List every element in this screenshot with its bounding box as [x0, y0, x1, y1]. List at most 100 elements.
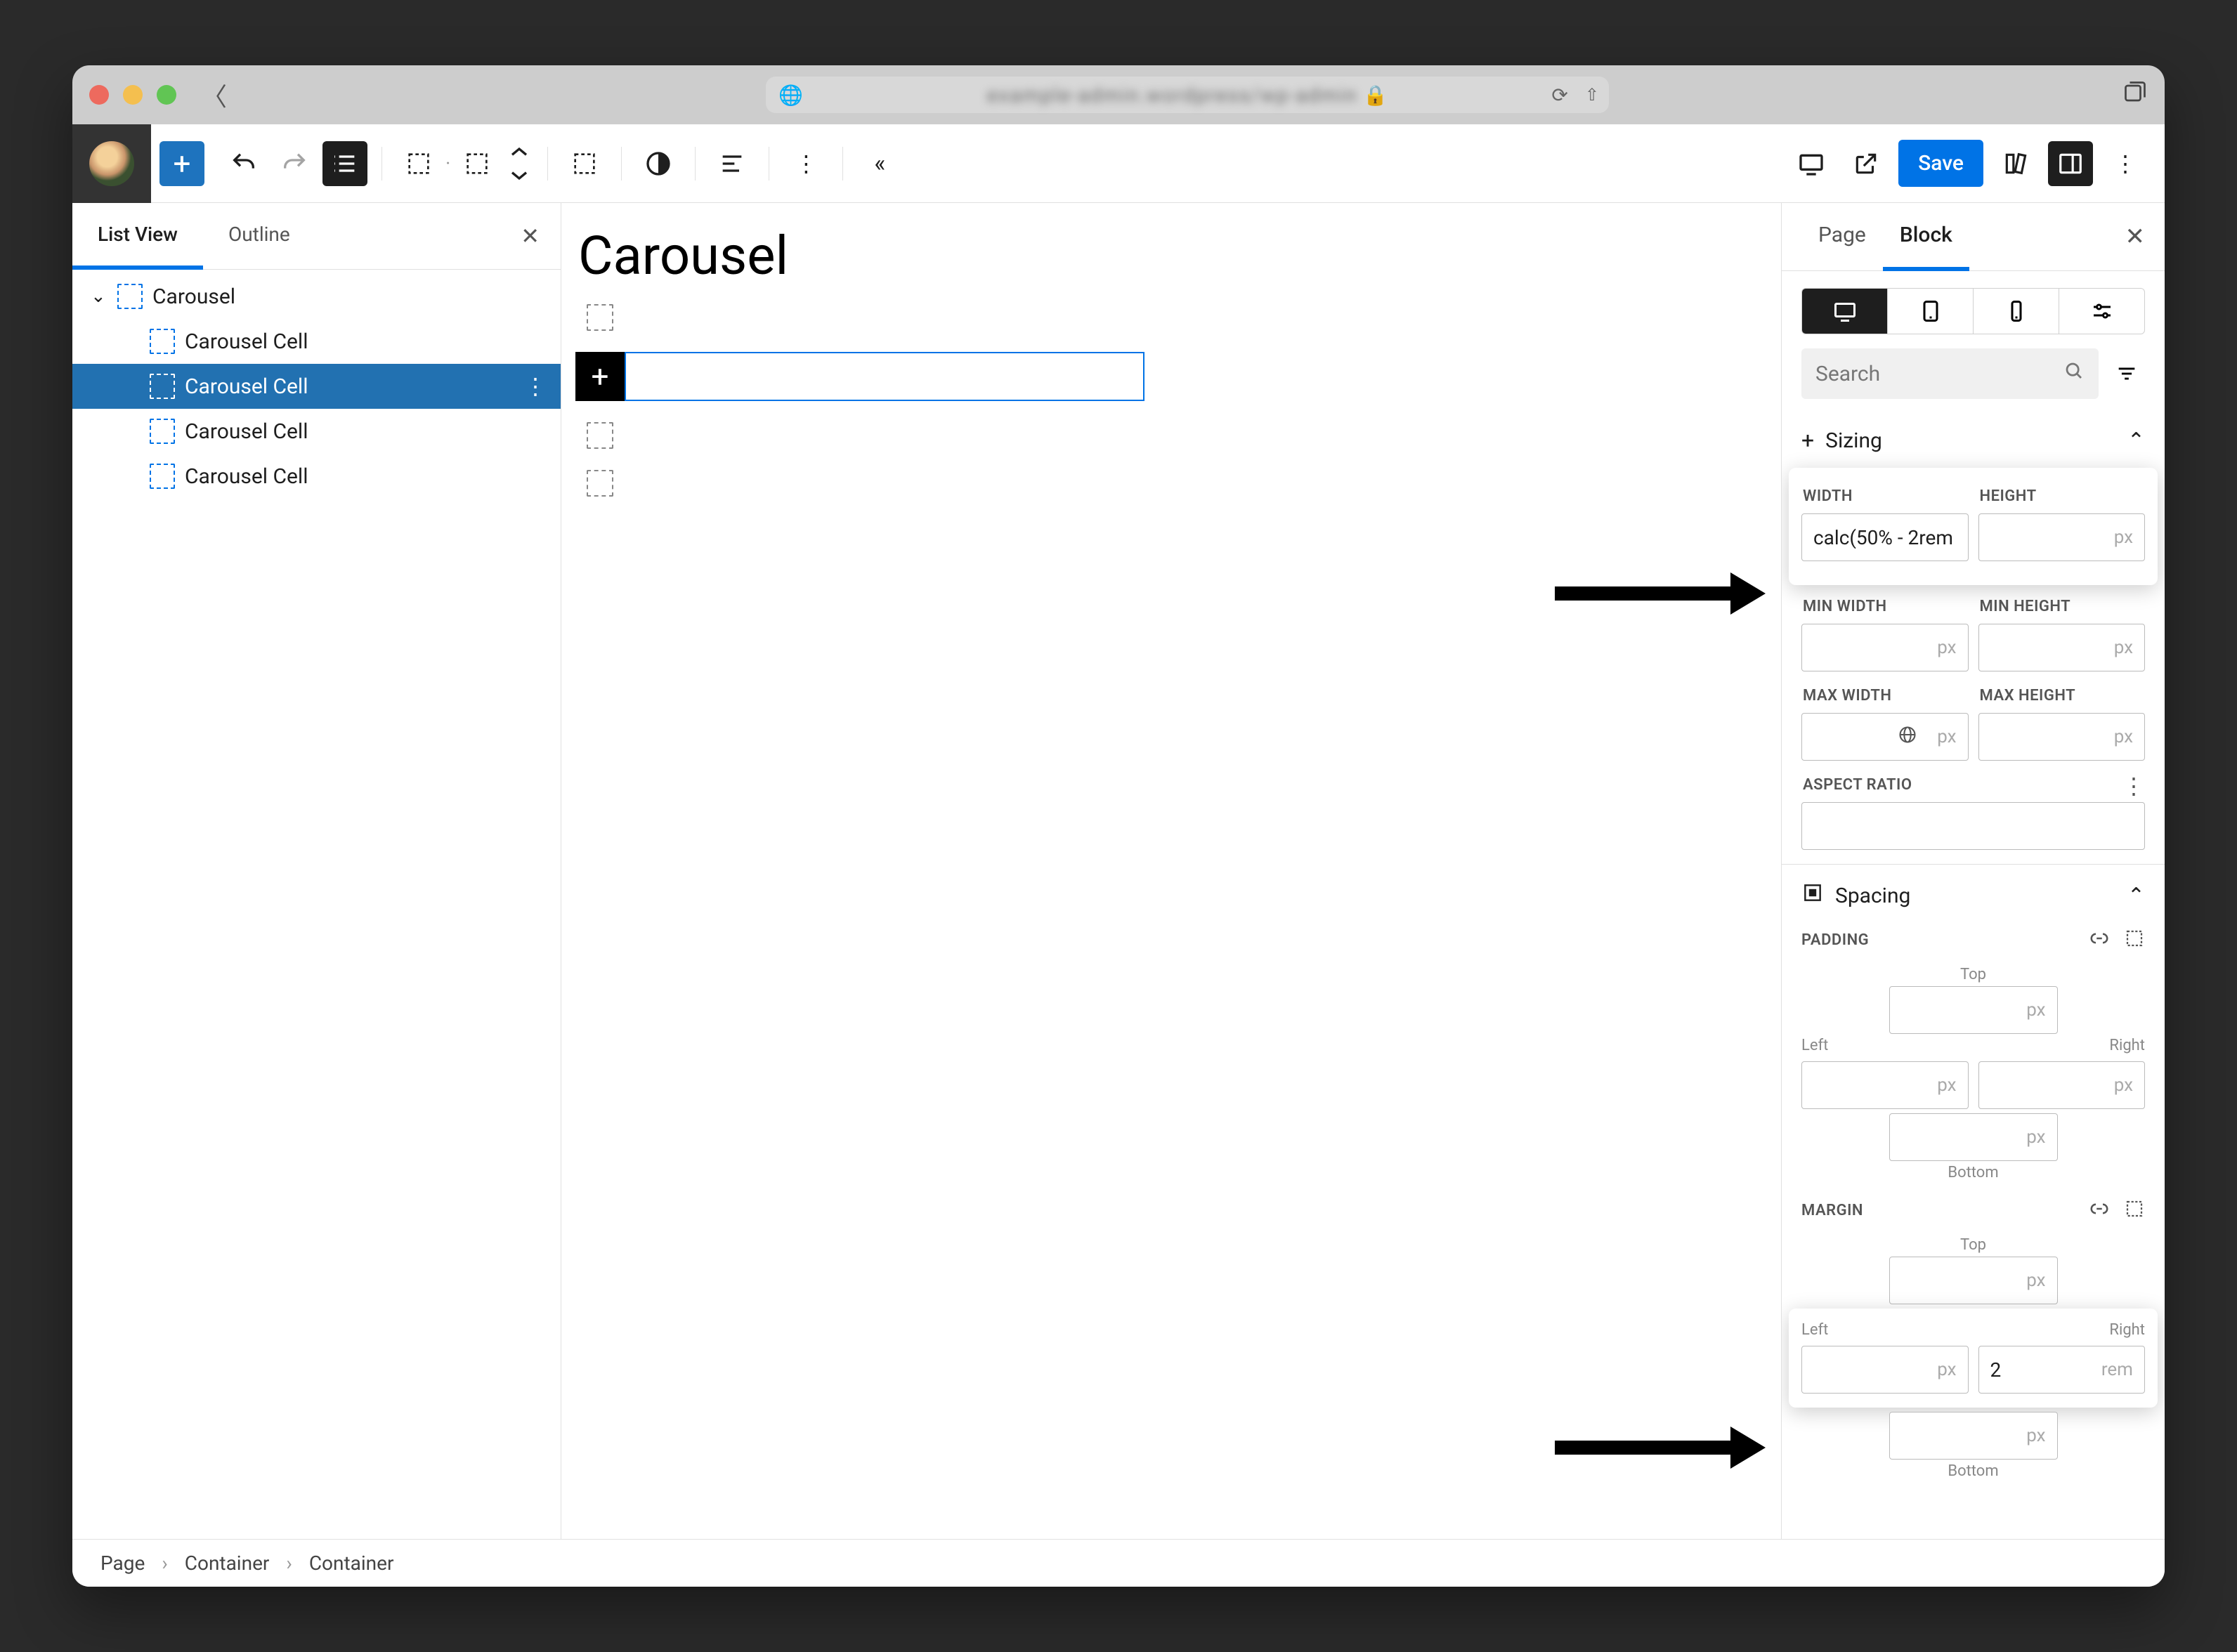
height-input[interactable]: px [1978, 513, 2146, 561]
right-label: Right [2109, 1318, 2145, 1342]
styles-panel-icon[interactable] [1993, 141, 2038, 186]
close-inspector-button[interactable]: ✕ [2125, 203, 2146, 270]
min-width-input[interactable]: px [1801, 624, 1969, 671]
section-sizing-header[interactable]: + Sizing ⌃ [1801, 416, 2145, 465]
window-maximize-button[interactable] [157, 85, 176, 105]
browser-back-button[interactable]: 〈 [202, 77, 227, 113]
more-menu-button[interactable]: ⋮ [2103, 141, 2148, 186]
max-height-label: Max Height [1978, 680, 2146, 713]
margin-left-input[interactable]: px [1801, 1346, 1969, 1394]
max-width-input[interactable]: px [1801, 713, 1969, 761]
tree-item-cell[interactable]: Carousel Cell [72, 454, 561, 499]
select-parent-icon[interactable] [396, 141, 441, 186]
breadcrumb: Page › Container › Container [72, 1539, 2165, 1587]
tree-item-cell[interactable]: Carousel Cell [72, 319, 561, 364]
redo-button[interactable] [272, 141, 317, 186]
individual-sides-icon[interactable] [2124, 1198, 2145, 1222]
width-input[interactable]: calc(50% - 2rem [1801, 513, 1969, 561]
search-icon [2063, 360, 2085, 387]
aspect-ratio-more-button[interactable]: ⋮ [2122, 773, 2145, 799]
external-link-icon[interactable] [1844, 141, 1889, 186]
margin-right-input[interactable]: 2 rem [1978, 1346, 2146, 1394]
undo-button[interactable] [221, 141, 266, 186]
breadcrumb-item[interactable]: Page [100, 1552, 145, 1575]
section-spacing-header[interactable]: Spacing ⌃ [1801, 865, 2145, 921]
top-label: Top [1960, 1233, 1986, 1257]
margin-top-input[interactable]: px [1889, 1257, 2058, 1304]
globe-icon [1898, 725, 1917, 749]
align-icon[interactable] [710, 141, 755, 186]
tree-item-cell[interactable]: Carousel Cell [72, 409, 561, 454]
move-up-down-button[interactable] [505, 141, 533, 186]
block-icon[interactable] [455, 141, 500, 186]
breadcrumb-item[interactable]: Container [185, 1552, 270, 1575]
tabs-overview-button[interactable] [2122, 79, 2148, 111]
max-height-input[interactable]: px [1978, 713, 2146, 761]
min-height-input[interactable]: px [1978, 624, 2146, 671]
seg-mobile[interactable] [1974, 289, 2059, 334]
tab-block[interactable]: Block [1883, 203, 1969, 270]
tree-item-more-button[interactable]: ⋮ [524, 373, 547, 400]
filter-button[interactable] [2108, 355, 2145, 392]
chevron-down-icon[interactable]: ⌄ [91, 286, 107, 307]
block-icon [117, 284, 143, 309]
site-favicon: 🌐 [778, 84, 803, 107]
address-bar[interactable]: 🌐 example-admin.wordpress/wp-admin 🔒 ⟳ ⇧ [766, 77, 1609, 113]
carousel-cell-placeholder[interactable] [587, 422, 613, 449]
chevron-right-icon: › [286, 1552, 292, 1575]
contrast-icon[interactable] [636, 141, 681, 186]
settings-panel-toggle[interactable] [2048, 141, 2093, 186]
unit: px [1937, 637, 1956, 658]
size-icon[interactable] [562, 141, 607, 186]
aspect-ratio-input[interactable] [1801, 802, 2145, 850]
padding-left-input[interactable]: px [1801, 1061, 1969, 1109]
device-desktop-icon[interactable] [1789, 141, 1834, 186]
tree-label: Carousel Cell [185, 329, 308, 354]
padding-top-input[interactable]: px [1889, 986, 2058, 1034]
search-input[interactable]: Search [1801, 348, 2099, 399]
padding-bottom-input[interactable]: px [1889, 1113, 2058, 1161]
margin-right-unit: rem [2101, 1359, 2133, 1380]
tree-item-cell-selected[interactable]: Carousel Cell ⋮ [72, 364, 561, 409]
unit: px [2114, 726, 2133, 747]
seg-desktop[interactable] [1802, 289, 1888, 334]
wp-dashboard-link[interactable] [72, 124, 151, 203]
window-close-button[interactable] [89, 85, 109, 105]
margin-bottom-input[interactable]: px [1889, 1412, 2058, 1460]
add-block-button[interactable]: + [159, 141, 204, 186]
margin-right-value: 2 [1990, 1358, 2002, 1382]
tree-item-carousel[interactable]: ⌄ Carousel [72, 274, 561, 319]
padding-right-input[interactable]: px [1978, 1061, 2146, 1109]
listview-toggle-button[interactable] [322, 141, 367, 186]
link-sides-icon[interactable] [2089, 1198, 2110, 1222]
selected-cell-outline[interactable] [625, 352, 1144, 401]
browser-titlebar: 〈 🌐 example-admin.wordpress/wp-admin 🔒 ⟳… [72, 65, 2165, 124]
block-icon [150, 374, 175, 399]
save-button[interactable]: Save [1898, 140, 1983, 187]
close-list-view-button[interactable]: ✕ [500, 203, 561, 269]
tab-list-view[interactable]: List View [72, 203, 203, 269]
avatar [89, 141, 134, 186]
canvas-heading[interactable]: Carousel [578, 224, 1767, 287]
margin-label: Margin [1801, 1202, 1863, 1219]
reload-icon[interactable]: ⟳ [1551, 84, 1567, 107]
tab-outline[interactable]: Outline [203, 203, 315, 269]
collapse-toolbar-button[interactable]: « [857, 141, 902, 186]
window-minimize-button[interactable] [123, 85, 143, 105]
device-segmented-control [1801, 288, 2145, 334]
individual-sides-icon[interactable] [2124, 928, 2145, 952]
search-placeholder: Search [1815, 362, 1880, 386]
breadcrumb-item[interactable]: Container [309, 1552, 394, 1575]
tree-label: Carousel Cell [185, 419, 308, 444]
carousel-cell-placeholder[interactable] [587, 470, 613, 497]
tab-page[interactable]: Page [1801, 203, 1883, 270]
carousel-cell-placeholder[interactable] [587, 304, 613, 331]
share-icon[interactable]: ⇧ [1585, 85, 1599, 105]
insert-block-button[interactable]: + [575, 352, 625, 401]
more-options-button[interactable]: ⋮ [783, 141, 828, 186]
seg-tablet[interactable] [1888, 289, 1974, 334]
link-sides-icon[interactable] [2089, 928, 2110, 952]
seg-settings[interactable] [2059, 289, 2144, 334]
editor-toolbar: + · [72, 124, 2165, 203]
editor-canvas[interactable]: Carousel + [561, 203, 1781, 1539]
